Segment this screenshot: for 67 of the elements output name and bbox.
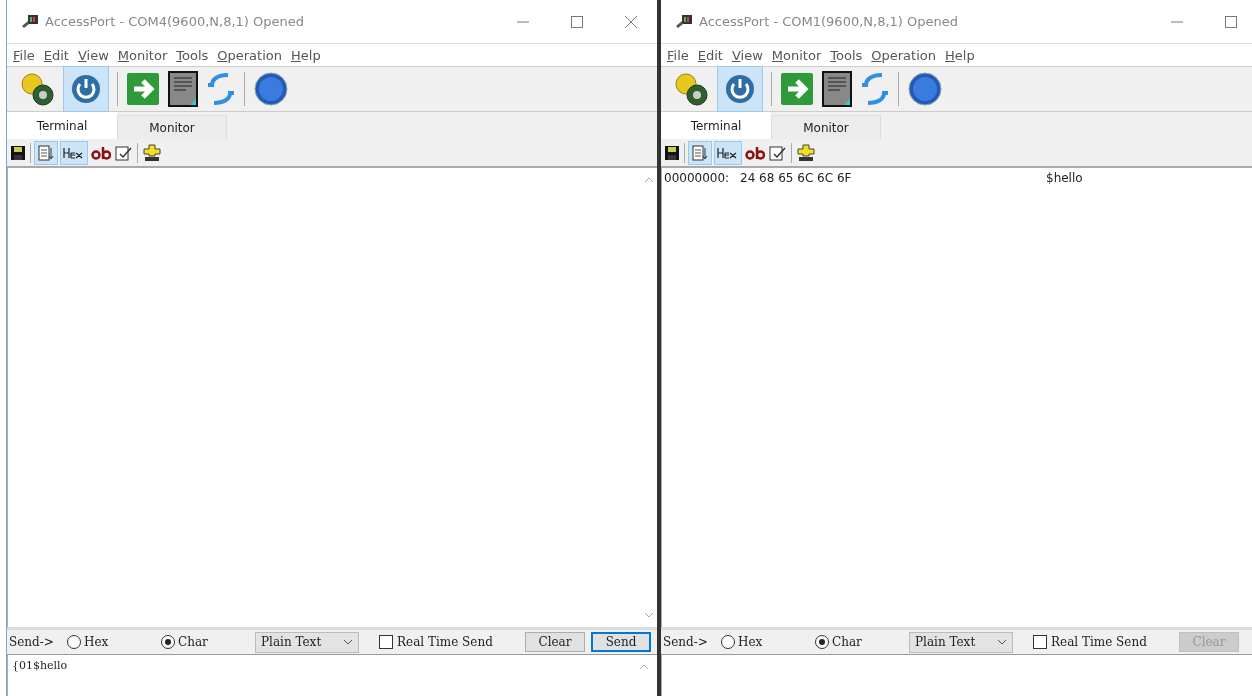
close-icon[interactable] bbox=[625, 15, 637, 28]
list-icon[interactable] bbox=[35, 141, 57, 164]
list-icon[interactable] bbox=[689, 141, 711, 164]
radio-option[interactable]: Hex bbox=[67, 635, 155, 649]
menu-item[interactable]: Operation bbox=[217, 47, 282, 63]
edit-note-icon[interactable] bbox=[115, 144, 133, 161]
menu-item[interactable]: File bbox=[13, 47, 35, 63]
menu-item[interactable]: Edit bbox=[697, 47, 723, 63]
save-icon[interactable] bbox=[10, 144, 26, 161]
chevron-down-icon bbox=[997, 639, 1007, 645]
refresh-icon[interactable] bbox=[860, 71, 890, 107]
radio-button[interactable] bbox=[67, 635, 81, 649]
radio-button[interactable] bbox=[721, 635, 735, 649]
menu-item[interactable]: Tools bbox=[176, 47, 209, 63]
maximize-icon[interactable] bbox=[1225, 15, 1237, 28]
window-title: AccessPort - COM4(9600,N,8,1) Opened bbox=[45, 14, 305, 29]
menu-item[interactable]: Help bbox=[291, 47, 321, 63]
hex-icon[interactable] bbox=[715, 141, 741, 164]
clear-button[interactable]: Clear bbox=[525, 632, 585, 652]
send-input[interactable]: {01$hello bbox=[7, 655, 657, 696]
send-label: Send-> bbox=[9, 635, 55, 649]
hex-icon[interactable] bbox=[61, 141, 87, 164]
hex-bytes: 24 68 65 6C 6C 6F bbox=[740, 171, 853, 185]
crlf-icon[interactable] bbox=[796, 143, 816, 162]
maximize-icon[interactable] bbox=[571, 15, 583, 28]
menu-item[interactable]: Operation bbox=[871, 47, 936, 63]
menu-item[interactable]: Edit bbox=[43, 47, 69, 63]
tab[interactable]: Monitor bbox=[771, 115, 881, 139]
window-title: AccessPort - COM1(9600,N,8,1) Opened bbox=[699, 14, 959, 29]
realtime-checkbox[interactable]: Real Time Send bbox=[1033, 635, 1173, 649]
ab-icon[interactable] bbox=[91, 144, 111, 161]
document-icon[interactable] bbox=[168, 71, 198, 107]
menu-item[interactable]: View bbox=[77, 47, 109, 63]
menu-item[interactable]: Tools bbox=[830, 47, 863, 63]
hex-offset: 00000000: bbox=[664, 171, 731, 185]
tab[interactable]: Terminal bbox=[7, 112, 117, 139]
crlf-icon[interactable] bbox=[142, 143, 162, 162]
radio-button[interactable] bbox=[161, 635, 175, 649]
menu-item[interactable]: File bbox=[667, 47, 689, 63]
send-button[interactable]: Send bbox=[591, 632, 651, 652]
radio-option[interactable]: Char bbox=[161, 635, 249, 649]
tab[interactable]: Monitor bbox=[117, 115, 227, 139]
serial-port-icon bbox=[21, 13, 39, 30]
serial-port-icon bbox=[675, 13, 693, 30]
radio-button[interactable] bbox=[815, 635, 829, 649]
tab[interactable]: Terminal bbox=[661, 112, 771, 139]
format-dropdown[interactable]: Plain Text bbox=[909, 631, 1013, 653]
chevron-down-icon bbox=[343, 639, 353, 645]
menu-item[interactable]: Help bbox=[945, 47, 975, 63]
menu-item[interactable]: View bbox=[731, 47, 763, 63]
menu-item[interactable]: Monitor bbox=[771, 47, 822, 63]
radio-option[interactable]: Char bbox=[815, 635, 903, 649]
document-icon[interactable] bbox=[822, 71, 852, 107]
power-icon[interactable] bbox=[63, 66, 109, 112]
power-icon[interactable] bbox=[717, 66, 763, 112]
edit-note-icon[interactable] bbox=[769, 144, 787, 161]
radio-option[interactable]: Hex bbox=[721, 635, 809, 649]
arrow-right-icon[interactable] bbox=[126, 72, 160, 106]
ascii-text: $hello bbox=[1046, 171, 1083, 185]
realtime-checkbox[interactable]: Real Time Send bbox=[379, 635, 519, 649]
format-dropdown[interactable]: Plain Text bbox=[255, 631, 359, 653]
send-label: Send-> bbox=[663, 635, 709, 649]
menu-item[interactable]: Monitor bbox=[117, 47, 168, 63]
save-icon[interactable] bbox=[664, 144, 680, 161]
refresh-icon[interactable] bbox=[206, 71, 236, 107]
ab-icon[interactable] bbox=[745, 144, 765, 161]
arrow-right-icon[interactable] bbox=[780, 72, 814, 106]
